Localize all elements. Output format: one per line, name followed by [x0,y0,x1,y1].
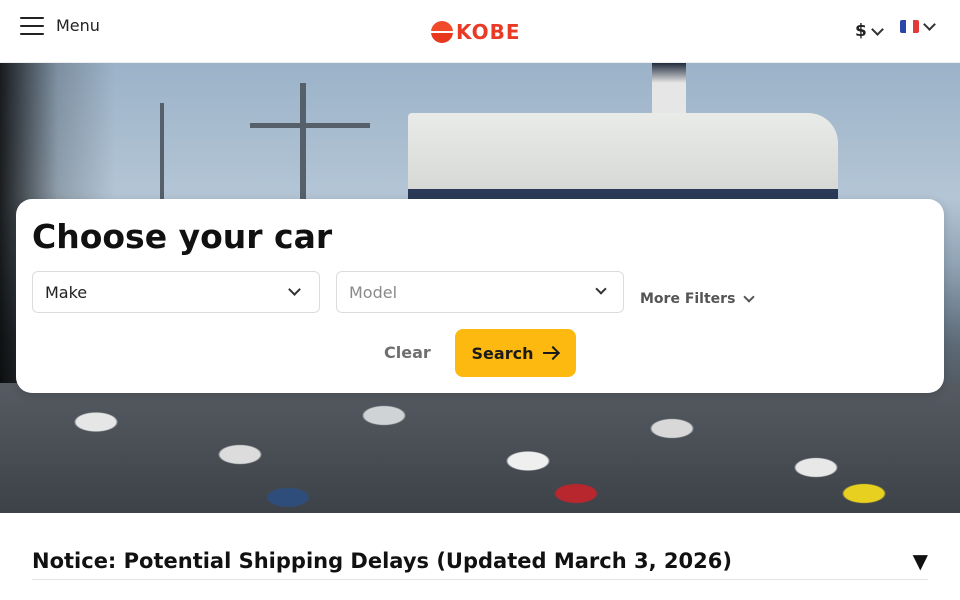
logo[interactable]: KOBE [431,20,521,44]
arrow-right-icon [543,346,559,360]
make-select-value: Make [45,283,88,302]
model-select[interactable]: Model [336,271,624,313]
hamburger-icon [20,16,44,35]
menu-label: Menu [56,16,100,35]
logo-icon [431,21,453,43]
parked-cars-graphic [0,383,960,513]
search-title: Choose your car [32,217,333,256]
more-filters-label: More Filters [640,291,736,307]
chevron-down-icon [595,283,607,295]
currency-symbol: $ [855,21,867,41]
menu-button[interactable]: Menu [20,16,100,35]
shipping-notice[interactable]: Notice: Potential Shipping Delays (Updat… [32,545,928,580]
ship-graphic [408,113,838,208]
model-select-placeholder: Model [349,283,398,302]
chevron-down-icon [870,22,884,36]
currency-selector[interactable]: $ [855,21,884,41]
crane-graphic [250,123,370,128]
search-button-label: Search [471,343,534,363]
chevron-down-icon [288,283,301,296]
logo-text: KOBE [456,20,521,44]
site-header: Menu KOBE $ [0,0,960,63]
chevron-down-icon [743,291,756,303]
more-filters-button[interactable]: More Filters [640,291,756,307]
flag-fr-icon [900,20,919,33]
crane-graphic [300,83,306,203]
clear-button[interactable]: Clear [384,343,431,362]
language-selector[interactable] [900,18,936,33]
search-button[interactable]: Search [455,329,576,377]
crane-graphic [160,103,164,203]
notice-text: Notice: Potential Shipping Delays (Updat… [32,549,732,573]
triangle-down-icon[interactable]: ▼ [913,549,928,573]
make-select[interactable]: Make [32,271,320,313]
ship-tower-graphic [652,63,686,113]
chevron-down-icon [923,18,936,31]
car-search-card: Choose your car Make Model More Filters … [16,199,944,393]
